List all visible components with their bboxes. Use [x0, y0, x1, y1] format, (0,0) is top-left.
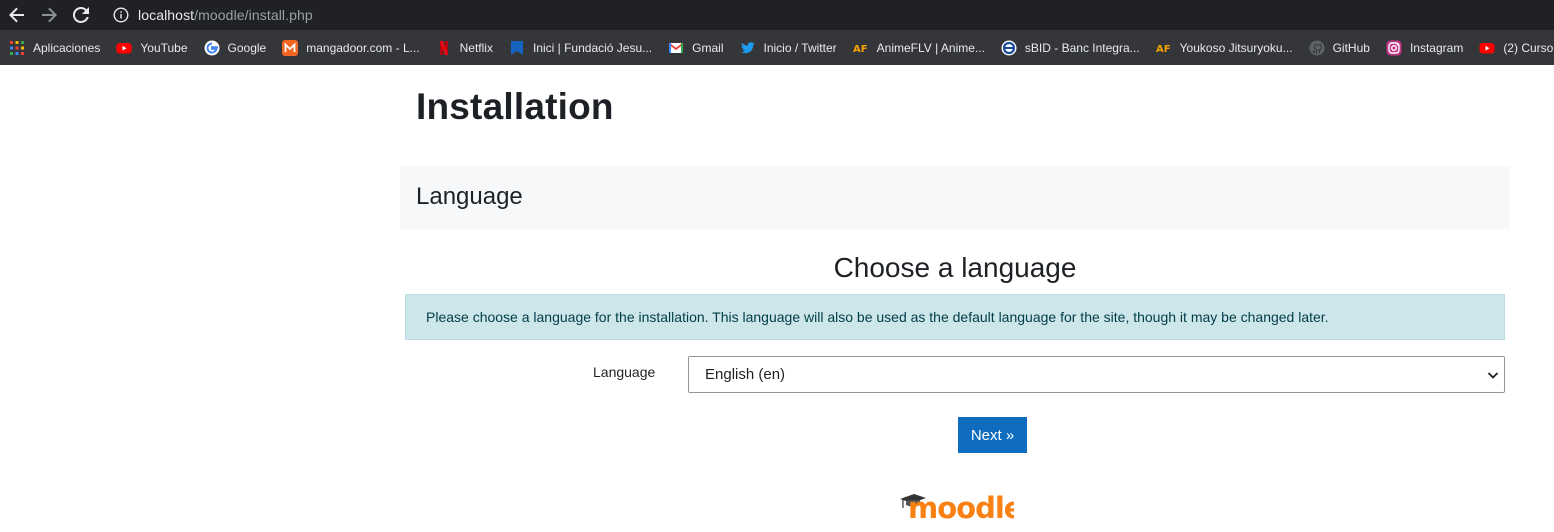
info-alert: Please choose a language for the install… — [405, 294, 1505, 340]
gmail-icon — [668, 40, 684, 56]
svg-text:AF: AF — [853, 44, 868, 55]
bookmark-blue-icon — [509, 40, 525, 56]
bookmark-label: AnimeFLV | Anime... — [876, 40, 985, 55]
choose-language-heading: Choose a language — [833, 252, 1077, 283]
info-alert-text: Please choose a language for the install… — [426, 309, 1329, 325]
arrow-left-icon — [9, 7, 24, 23]
github-icon — [1309, 40, 1325, 56]
bookmark-label: (2) Curso — [1503, 40, 1554, 55]
url-host: localhost — [138, 7, 195, 23]
reload-button[interactable] — [70, 4, 92, 26]
arrow-right-icon — [42, 7, 57, 23]
bookmark-label: Aplicaciones — [33, 40, 101, 55]
netflix-icon — [436, 40, 452, 56]
section-header: Language — [400, 166, 1510, 229]
reload-icon — [73, 7, 89, 23]
bookmark-label: Inicio / Twitter — [763, 40, 837, 55]
bookmark-label: YouTube — [140, 40, 188, 55]
youtube-icon — [1479, 40, 1495, 56]
svg-text:AF: AF — [1156, 44, 1171, 55]
address-bar[interactable]: localhost/moodle/install.php — [103, 1, 1554, 29]
bookmark-label: sBID - Banc Integra... — [1024, 40, 1140, 55]
bookmark-label: Instagram — [1409, 40, 1464, 55]
bookmark-label: Gmail — [692, 40, 724, 55]
language-select-value: English (en) — [705, 366, 786, 383]
google-icon — [204, 40, 220, 56]
bookmark-label: Google — [227, 40, 267, 55]
site-info-icon[interactable] — [112, 6, 130, 24]
sbid-icon — [1001, 40, 1017, 56]
bookmark-label: Netflix — [459, 40, 493, 55]
twitter-icon — [740, 40, 756, 56]
bookmark-fundacio[interactable]: Inici | Fundació Jesu... — [501, 34, 660, 62]
url-path: /moodle/install.php — [194, 7, 313, 23]
instagram-icon — [1386, 40, 1402, 56]
forward-button[interactable] — [38, 4, 60, 26]
bookmark-label: mangadoor.com - L... — [306, 40, 420, 55]
bookmark-github[interactable]: GitHub — [1301, 34, 1378, 62]
language-select[interactable]: English (en) — [688, 356, 1505, 393]
section-title: Language — [416, 183, 523, 210]
bookmark-instagram[interactable]: Instagram — [1378, 34, 1471, 62]
bookmark-youkoso[interactable]: AF Youkoso Jitsuryoku... — [1148, 34, 1301, 62]
bookmark-google[interactable]: Google — [196, 34, 275, 62]
bookmark-label: GitHub — [1332, 40, 1370, 55]
language-label: Language — [593, 364, 656, 380]
bookmark-mangadoor[interactable]: mangadoor.com - L... — [274, 34, 427, 62]
mangadoor-icon — [282, 39, 299, 56]
bookmark-label: Youkoso Jitsuryoku... — [1179, 40, 1293, 55]
apps-grid-icon — [9, 40, 25, 56]
bookmark-netflix[interactable]: Netflix — [428, 34, 501, 62]
bookmark-youtube[interactable]: YouTube — [108, 34, 195, 62]
browser-toolbar: localhost/moodle/install.php — [0, 0, 1554, 30]
chevron-down-icon — [1487, 372, 1499, 379]
animeflv-icon: AF — [1156, 40, 1172, 56]
page-title: Installation — [416, 86, 614, 127]
bookmark-twitter[interactable]: Inicio / Twitter — [732, 34, 845, 62]
back-button[interactable] — [6, 4, 28, 26]
url-text: localhost/moodle/install.php — [138, 7, 313, 23]
moodle-wordmark: moodle — [908, 491, 1014, 524]
next-button[interactable]: Next » — [958, 417, 1027, 453]
bookmarks-bar: Aplicaciones YouTube Google mangadoor.co… — [0, 30, 1554, 65]
bookmark-gmail[interactable]: Gmail — [660, 34, 731, 62]
moodle-logo: moodle — [900, 491, 1014, 524]
animeflv-icon: AF — [853, 40, 869, 56]
bookmark-label: Inici | Fundació Jesu... — [532, 40, 653, 55]
bookmark-animeflv[interactable]: AF AnimeFLV | Anime... — [845, 34, 993, 62]
bookmark-curso[interactable]: (2) Curso — [1471, 34, 1554, 62]
bookmark-apps[interactable]: Aplicaciones — [0, 34, 108, 62]
youtube-icon — [116, 40, 132, 56]
bookmark-sbid[interactable]: sBID - Banc Integra... — [993, 34, 1148, 62]
